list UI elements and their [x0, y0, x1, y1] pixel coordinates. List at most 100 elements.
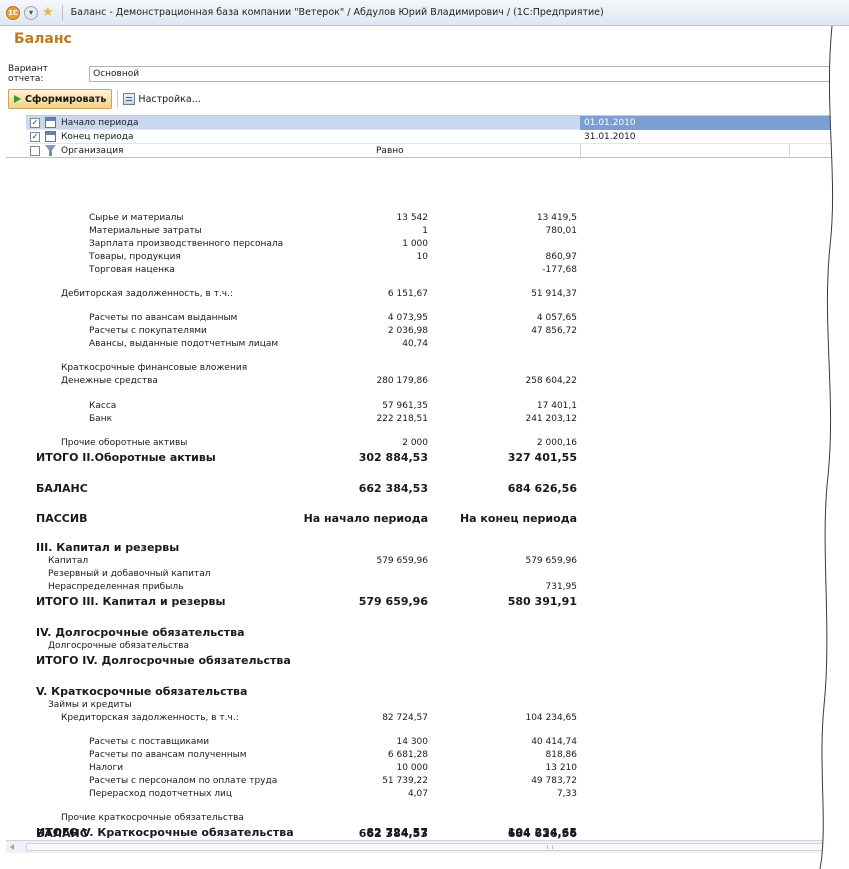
report-window: Баланс Вариант отчета: Основной Сформиро…	[6, 27, 849, 869]
report-toolbar: Сформировать Настройка...	[8, 89, 201, 109]
variant-field[interactable]: Основной	[89, 66, 849, 82]
filter-row-period-end[interactable]: ✓ Конец периода 31.01.2010	[26, 130, 849, 144]
window-title: Баланс - Демонстрационная база компании …	[70, 7, 604, 18]
start-value: 10	[416, 252, 428, 262]
row-label: III. Капитал и резервы	[36, 541, 180, 554]
start-value: 4,07	[407, 789, 428, 799]
end-value: 4 057,65	[536, 313, 577, 323]
filter-icon	[45, 145, 56, 156]
start-value: 82 724,57	[382, 713, 428, 723]
start-value: 222 218,51	[376, 414, 428, 424]
scroll-left-arrow-icon[interactable]	[10, 844, 14, 850]
row-label: Прочие оборотные активы	[61, 438, 188, 448]
play-icon	[14, 95, 21, 103]
run-report-label: Сформировать	[25, 93, 107, 105]
row-label: Касса	[89, 401, 117, 411]
row-label: Зарплата производственного персонала	[89, 239, 284, 249]
column-header-start: На начало периода	[303, 512, 428, 525]
toolbar-divider	[117, 90, 119, 108]
start-value: 6 681,28	[387, 750, 428, 760]
start-value: 57 961,35	[382, 401, 428, 411]
settings-label: Настройка...	[138, 93, 201, 105]
end-value: -177,68	[542, 265, 577, 275]
horizontal-scrollbar[interactable]	[6, 840, 832, 853]
start-value: 579 659,96	[376, 556, 428, 566]
filter-label: Конец периода	[61, 131, 134, 142]
dropdown-icon[interactable]: ▾	[24, 5, 38, 20]
end-value: 17 401,1	[536, 401, 577, 411]
row-label: БАЛАНС	[36, 482, 88, 495]
report-variant: Вариант отчета: Основной	[8, 64, 849, 84]
row-label: Расчеты по авансам полученным	[89, 750, 247, 760]
start-value: 4 073,95	[387, 313, 428, 323]
filter-row-organization[interactable]: Организация Равно	[26, 143, 849, 158]
filter-checkbox[interactable]: ✓	[30, 131, 40, 142]
end-value: 51 914,37	[531, 289, 577, 299]
start-value: 2 036,98	[387, 326, 428, 336]
start-value: 662 384,53	[358, 482, 428, 495]
app-logo-icon[interactable]: 1С	[6, 5, 20, 20]
run-report-button[interactable]: Сформировать	[8, 89, 113, 109]
variant-label: Вариант отчета:	[8, 64, 48, 84]
end-value: 327 401,55	[507, 451, 577, 464]
end-value: 731,95	[545, 582, 578, 592]
calendar-icon	[45, 117, 56, 128]
row-label: Прочие краткосрочные обязательства	[61, 813, 244, 823]
start-value: 10 000	[396, 763, 429, 773]
end-value: 49 783,72	[531, 776, 577, 786]
settings-icon	[123, 93, 136, 105]
start-value: 1 000	[402, 239, 428, 249]
row-label: Денежные средства	[61, 376, 158, 386]
row-label: Долгосрочные обязательства	[48, 641, 190, 651]
end-value: 2 000,16	[536, 438, 577, 448]
column-header-end: На конец периода	[459, 512, 577, 525]
row-label: Расчеты по авансам выданным	[89, 313, 238, 323]
start-value: 302 884,53	[358, 451, 428, 464]
filter-row-period-start[interactable]: ✓ Начало периода 01.01.2010	[26, 115, 849, 130]
row-label: Займы и кредиты	[48, 700, 132, 710]
end-value: 7,33	[556, 789, 577, 799]
window-titlebar: 1С ▾ ★ Баланс - Демонстрационная база ко…	[0, 0, 849, 26]
filter-table: ✓ Начало периода 01.01.2010 ✓ Конец пери…	[26, 115, 849, 158]
torn-edge-decoration	[819, 26, 849, 869]
filter-value[interactable]: 31.01.2010	[580, 130, 790, 144]
start-value: 579 659,96	[358, 595, 428, 608]
filter-label: Начало периода	[61, 117, 139, 128]
end-value: 13 419,5	[536, 213, 577, 223]
end-value: 13 210	[545, 763, 578, 773]
row-label: ИТОГО IV. Долгосрочные обязательства	[36, 654, 291, 667]
start-value: 1	[422, 226, 428, 236]
end-value: 684 626,56	[507, 482, 577, 495]
start-value: 13 542	[396, 213, 429, 223]
row-label: ПАССИВ	[36, 512, 88, 525]
report-body: Сырье и материалы 13 542 13 419,5 Материал…	[6, 157, 832, 840]
row-label: Банк	[89, 414, 113, 424]
row-label: Перерасход подотчетных лиц	[89, 789, 233, 799]
row-label: Налоги	[89, 763, 124, 773]
end-value: 47 856,72	[531, 326, 577, 336]
filter-checkbox[interactable]	[30, 145, 40, 156]
start-value: 2 000	[402, 438, 428, 448]
row-label: Сырье и материалы	[89, 213, 184, 223]
row-label: Товары, продукция	[89, 252, 181, 262]
end-value: 684 626,56	[507, 827, 577, 840]
filter-value[interactable]	[580, 143, 790, 158]
row-label: Авансы, выданные подотчетным лицам	[89, 339, 279, 349]
filter-condition[interactable]: Равно	[376, 146, 404, 156]
row-label: Расчеты с покупателями	[89, 326, 207, 336]
start-value: 280 179,86	[376, 376, 428, 386]
scrollbar-thumb[interactable]	[26, 843, 826, 851]
end-value: 104 234,65	[525, 713, 577, 723]
start-value: 14 300	[396, 737, 429, 747]
calendar-icon	[45, 131, 56, 142]
row-label: Расчеты с персоналом по оплате труда	[89, 776, 278, 786]
start-value: 40,74	[402, 339, 428, 349]
favorite-star-icon[interactable]: ★	[42, 5, 54, 20]
start-value: 662 384,53	[358, 827, 428, 840]
settings-button[interactable]: Настройка...	[123, 89, 201, 109]
row-label: ИТОГО II.Оборотные активы	[36, 451, 216, 464]
row-label: Капитал	[48, 556, 89, 566]
filter-checkbox[interactable]: ✓	[30, 117, 40, 128]
row-label: Нераспределенная прибыль	[48, 582, 184, 592]
row-label: Резервный и добавочный капитал	[48, 569, 211, 579]
